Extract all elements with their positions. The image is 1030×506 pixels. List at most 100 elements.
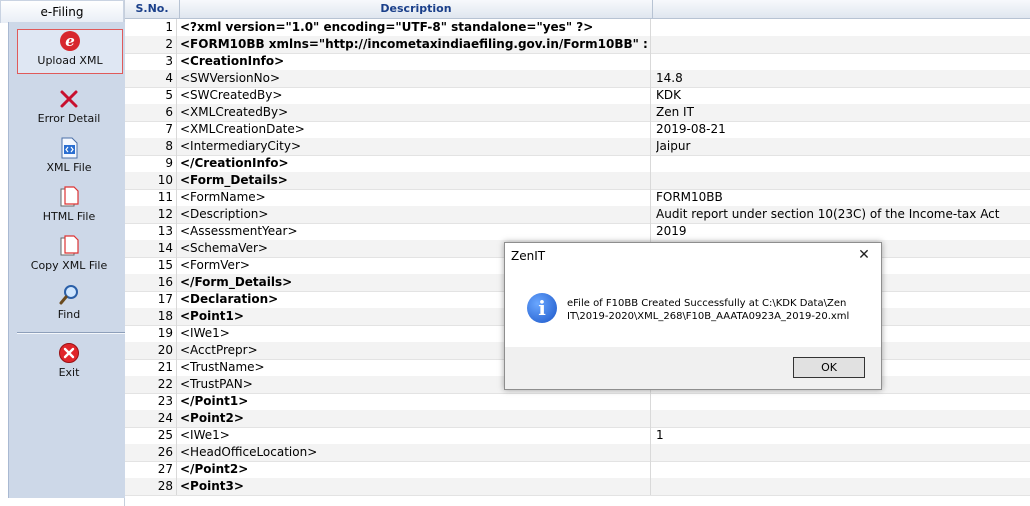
table-row[interactable]: 27 </Point2>	[125, 461, 1030, 479]
table-row[interactable]: 2 <FORM10BB xmlns="http://incometaxindiae…	[125, 36, 1030, 54]
copy-xml-file-button[interactable]: Copy XML File	[17, 235, 121, 272]
row-sno-cell: 28	[125, 478, 177, 495]
table-row[interactable]: 23 </Point1>	[125, 393, 1030, 411]
error-detail-label: Error Detail	[37, 112, 101, 125]
row-sno-cell: 23	[125, 393, 177, 410]
dialog-message: eFile of F10BB Created Successfully at C…	[567, 298, 850, 322]
row-sno-cell: 13	[125, 223, 177, 240]
row-sno-cell: 25	[125, 427, 177, 444]
row-sno-cell: 17	[125, 291, 177, 308]
html-file-icon	[60, 186, 79, 207]
table-row[interactable]: 28 <Point3>	[125, 478, 1030, 496]
error-detail-button[interactable]: Error Detail	[17, 88, 121, 125]
row-description-cell: <FORM10BB xmlns="http://incometaxindiaef…	[180, 36, 651, 53]
exit-icon	[59, 343, 79, 363]
upload-xml-label: Upload XML	[37, 54, 103, 67]
row-sno-cell: 27	[125, 461, 177, 478]
row-sno-cell: 18	[125, 308, 177, 325]
upload-xml-icon: e	[60, 31, 80, 51]
row-value-cell: 2019-08-21	[656, 122, 726, 136]
table-row[interactable]: 3 <CreationInfo>	[125, 53, 1030, 71]
exit-button[interactable]: Exit	[17, 342, 121, 379]
row-description-cell: <SWCreatedBy>	[180, 87, 651, 104]
table-row[interactable]: 9 </CreationInfo>	[125, 155, 1030, 173]
table-row[interactable]: 12 <Description> Audit report under sectio…	[125, 206, 1030, 224]
table-row[interactable]: 4 <SWVersionNo> 14.8	[125, 70, 1030, 88]
sidebar-panel: e Upload XML Error Detail XML File HTML	[8, 22, 125, 498]
row-description-cell: <Point2>	[180, 410, 651, 427]
row-description-cell: </Point2>	[180, 461, 651, 478]
row-sno-cell: 16	[125, 274, 177, 291]
table-row[interactable]: 6 <XMLCreatedBy> Zen IT	[125, 104, 1030, 122]
table-row[interactable]: 25 <IWe1> 1	[125, 427, 1030, 445]
message-dialog: ZenIT ✕ i eFile of F10BB Created Success…	[504, 242, 882, 390]
row-description-cell: <Form_Details>	[180, 172, 651, 189]
row-description-cell: <IntermediaryCity>	[180, 138, 651, 155]
row-sno-cell: 12	[125, 206, 177, 223]
row-description-cell: <?xml version="1.0" encoding="UTF-8" sta…	[180, 19, 651, 36]
row-sno-cell: 6	[125, 104, 177, 121]
row-description-cell: <HeadOfficeLocation>	[180, 444, 651, 461]
sidebar-divider	[17, 332, 125, 334]
svg-text:e: e	[65, 32, 75, 50]
find-button[interactable]: Find	[17, 284, 121, 321]
table-row[interactable]: 24 <Point2>	[125, 410, 1030, 428]
table-row[interactable]: 26 <HeadOfficeLocation>	[125, 444, 1030, 462]
row-sno-cell: 9	[125, 155, 177, 172]
row-sno-cell: 24	[125, 410, 177, 427]
row-sno-cell: 14	[125, 240, 177, 257]
row-sno-cell: 2	[125, 36, 177, 53]
ok-button[interactable]: OK	[793, 357, 865, 378]
row-value-cell	[656, 172, 1028, 189]
row-value-cell: 14.8	[656, 71, 683, 85]
row-value-cell	[656, 155, 1028, 172]
row-description-cell: <XMLCreationDate>	[180, 121, 651, 138]
dialog-title: ZenIT	[511, 249, 546, 263]
row-description-cell: <Description>	[180, 206, 651, 223]
row-sno-cell: 10	[125, 172, 177, 189]
row-description-cell: <AssessmentYear>	[180, 223, 651, 240]
row-sno-cell: 11	[125, 189, 177, 206]
row-sno-cell: 19	[125, 325, 177, 342]
upload-xml-button[interactable]: e Upload XML	[17, 29, 123, 74]
row-value-cell	[656, 478, 1028, 495]
row-sno-cell: 5	[125, 87, 177, 104]
close-icon[interactable]: ✕	[855, 246, 873, 264]
row-sno-cell: 26	[125, 444, 177, 461]
xml-file-button[interactable]: XML File	[17, 137, 121, 174]
info-icon: i	[527, 293, 557, 323]
table-row[interactable]: 1 <?xml version="1.0" encoding="UTF-8" st…	[125, 19, 1030, 37]
efiling-sidebar: e-Filing e Upload XML Error Detail XML F…	[0, 0, 125, 506]
grid-header: S.No. Description	[125, 0, 1030, 19]
row-sno-cell: 15	[125, 257, 177, 274]
table-row[interactable]: 11 <FormName> FORM10BB	[125, 189, 1030, 207]
row-sno-cell: 21	[125, 359, 177, 376]
table-row[interactable]: 13 <AssessmentYear> 2019	[125, 223, 1030, 241]
dialog-body: i eFile of F10BB Created Successfully at…	[505, 271, 881, 347]
magnifier-icon	[59, 285, 78, 305]
table-row[interactable]: 10 <Form_Details>	[125, 172, 1030, 190]
row-description-cell: <IWe1>	[180, 427, 651, 444]
row-value-cell	[656, 19, 1028, 36]
table-row[interactable]: 8 <IntermediaryCity> Jaipur	[125, 138, 1030, 156]
column-header-value[interactable]	[653, 0, 1030, 18]
row-sno-cell: 1	[125, 19, 177, 36]
row-description-cell: <XMLCreatedBy>	[180, 104, 651, 121]
row-description-cell: <SWVersionNo>	[180, 70, 651, 87]
row-value-cell: KDK	[656, 88, 681, 102]
error-icon	[60, 90, 78, 108]
table-row[interactable]: 7 <XMLCreationDate> 2019-08-21	[125, 121, 1030, 139]
find-label: Find	[57, 308, 81, 321]
row-sno-cell: 3	[125, 53, 177, 70]
row-sno-cell: 8	[125, 138, 177, 155]
xml-file-icon	[61, 137, 78, 159]
column-header-sno[interactable]: S.No.	[125, 0, 180, 18]
row-value-cell	[656, 444, 1028, 461]
column-header-description[interactable]: Description	[180, 0, 653, 18]
copy-xml-file-label: Copy XML File	[30, 259, 108, 272]
html-file-label: HTML File	[42, 210, 96, 223]
html-file-button[interactable]: HTML File	[17, 186, 121, 223]
table-row[interactable]: 5 <SWCreatedBy> KDK	[125, 87, 1030, 105]
dialog-footer: OK	[505, 347, 881, 389]
row-value-cell	[656, 393, 1028, 410]
